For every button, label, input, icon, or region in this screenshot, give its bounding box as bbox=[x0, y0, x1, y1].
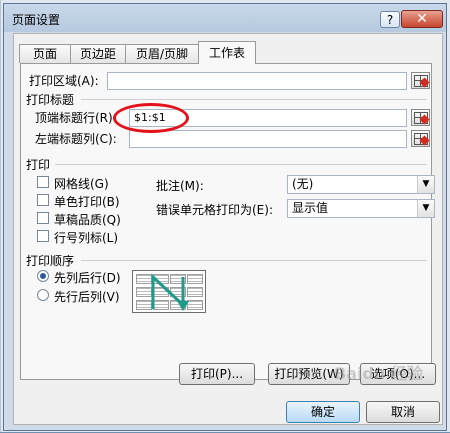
cell-errors-value: 显示值 bbox=[292, 201, 329, 215]
down-then-over-radio[interactable] bbox=[37, 270, 49, 282]
page-order-arrow-icon bbox=[151, 273, 189, 311]
over-then-down-label: 先行后列(V) bbox=[54, 290, 120, 304]
chevron-down-icon: ▼ bbox=[417, 200, 434, 217]
sheet-gridline bbox=[0, 0, 1, 432]
row-col-headings-label: 行号列标(L) bbox=[54, 231, 119, 245]
draft-quality-label: 草稿品质(Q) bbox=[54, 213, 121, 227]
gridlines-label: 网格线(G) bbox=[54, 177, 109, 191]
comments-label: 批注(M): bbox=[156, 179, 204, 193]
title-bar: 页面设置 ? ✕ bbox=[4, 4, 446, 32]
chevron-down-icon: ▼ bbox=[417, 176, 434, 193]
tab-margins[interactable]: 页边距 bbox=[70, 44, 126, 63]
cancel-button[interactable]: 取消 bbox=[366, 401, 440, 423]
dialog-title: 页面设置 bbox=[12, 13, 61, 27]
comments-select[interactable]: (无) ▼ bbox=[287, 175, 435, 194]
group-divider bbox=[55, 164, 427, 165]
black-and-white-label: 单色打印(B) bbox=[54, 195, 120, 209]
gridlines-checkbox[interactable] bbox=[37, 176, 49, 188]
columns-to-repeat-input[interactable] bbox=[129, 130, 407, 148]
watermark: Baidu 经验 bbox=[334, 364, 423, 383]
group-divider bbox=[81, 260, 427, 261]
print-button[interactable]: 打印(P)... bbox=[179, 363, 255, 385]
columns-collapse-button[interactable] bbox=[411, 130, 430, 147]
close-button[interactable]: ✕ bbox=[401, 10, 443, 28]
tab-page[interactable]: 页面 bbox=[19, 44, 71, 63]
tab-header-footer[interactable]: 页眉/页脚 bbox=[125, 44, 199, 63]
rows-to-repeat-label: 顶端标题行(R): bbox=[35, 111, 117, 125]
ok-button[interactable]: 确定 bbox=[286, 401, 360, 423]
cell-errors-label: 错误单元格打印为(E): bbox=[156, 203, 273, 217]
over-then-down-radio[interactable] bbox=[37, 289, 49, 301]
print-heading: 打印 bbox=[26, 158, 51, 172]
help-button[interactable]: ? bbox=[380, 11, 400, 28]
cell-errors-select[interactable]: 显示值 ▼ bbox=[287, 199, 435, 218]
black-and-white-checkbox[interactable] bbox=[37, 194, 49, 206]
print-titles-heading: 打印标题 bbox=[26, 93, 75, 107]
tab-sheet[interactable]: 工作表 bbox=[198, 41, 256, 64]
annotation-circle bbox=[113, 103, 189, 133]
down-then-over-label: 先列后行(D) bbox=[54, 271, 121, 285]
page-order-preview bbox=[132, 270, 206, 313]
page-setup-dialog: 页面设置 ? ✕ 页面 页边距 页眉/页脚 工作表 打印区域(A): 打印标题 … bbox=[3, 3, 447, 431]
columns-to-repeat-label: 左端标题列(C): bbox=[35, 132, 117, 146]
rows-collapse-button[interactable] bbox=[411, 109, 430, 126]
group-divider bbox=[81, 99, 427, 100]
print-area-label: 打印区域(A): bbox=[29, 74, 99, 88]
sheet-tab-panel: 打印区域(A): 打印标题 顶端标题行(R): $1:$1 左端标题列(C): … bbox=[20, 63, 435, 380]
page-order-heading: 打印顺序 bbox=[26, 254, 75, 268]
print-area-input[interactable] bbox=[107, 72, 407, 90]
row-col-headings-checkbox[interactable] bbox=[37, 230, 49, 242]
print-area-collapse-button[interactable] bbox=[411, 72, 430, 89]
draft-quality-checkbox[interactable] bbox=[37, 212, 49, 224]
comments-value: (无) bbox=[292, 177, 314, 191]
